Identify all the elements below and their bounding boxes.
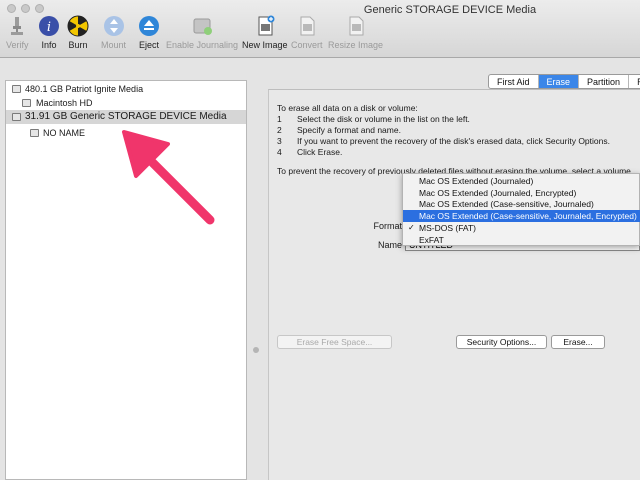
tab-first-aid[interactable]: First Aid <box>489 75 539 88</box>
format-option-ms-dos-fat[interactable]: ✓ MS-DOS (FAT) <box>403 222 640 234</box>
window-toolbar: Generic STORAGE DEVICE Media Verify i In… <box>0 0 640 58</box>
toolbar-label: Convert <box>291 40 323 50</box>
microscope-icon <box>11 17 24 35</box>
toolbar-label: Mount <box>101 40 127 50</box>
toolbar-burn-button[interactable]: Burn <box>67 15 89 50</box>
format-option-case-sensitive-journaled[interactable]: Mac OS Extended (Case-sensitive, Journal… <box>403 198 640 210</box>
toolbar-info-button[interactable]: i Info <box>38 15 60 50</box>
instructions-intro: To erase all data on a disk or volume: <box>277 103 418 113</box>
toolbar-new-image-button[interactable]: New Image <box>242 15 288 50</box>
toolbar-label: Burn <box>68 40 88 50</box>
tab-bar: First AidErasePartitionRAI <box>488 74 640 89</box>
volume-icon <box>22 99 31 107</box>
erase-free-space-button[interactable]: Erase Free Space... <box>277 335 392 349</box>
instruction-step: 4 Click Erase. <box>277 147 343 157</box>
toolbar-mount-button[interactable]: Mount <box>101 15 126 50</box>
new-image-icon <box>258 15 275 36</box>
volume-item-macintosh-hd[interactable]: Macintosh HD <box>6 96 246 110</box>
hard-disk-icon <box>12 113 21 121</box>
info-icon: i <box>39 16 59 36</box>
toolbar-label: Resize Image <box>328 40 384 50</box>
volume-item-label: NO NAME <box>43 128 86 138</box>
toolbar-verify-button[interactable]: Verify <box>6 15 29 50</box>
eject-icon <box>139 16 159 36</box>
split-view-divider[interactable] <box>248 80 268 480</box>
format-option-exfat[interactable]: ExFAT <box>403 234 640 246</box>
format-popup-menu[interactable]: Mac OS Extended (Journaled) Mac OS Exten… <box>402 173 640 246</box>
toolbar-convert-button[interactable]: Convert <box>291 15 323 50</box>
volume-item-label: Macintosh HD <box>36 98 93 108</box>
convert-icon <box>300 16 315 36</box>
journal-icon <box>193 18 213 35</box>
tab-partition[interactable]: Partition <box>579 75 630 88</box>
name-label: Name <box>377 240 402 250</box>
annotation-arrow-icon <box>122 130 215 225</box>
burn-icon <box>67 15 89 37</box>
hard-disk-icon <box>12 85 21 93</box>
disk-item-patriot[interactable]: 480.1 GB Patriot Ignite Media <box>6 82 246 96</box>
divider-grip-icon[interactable] <box>253 347 259 353</box>
toolbar-enable-journaling-button[interactable]: Enable Journaling <box>166 15 238 50</box>
svg-text:i: i <box>47 20 51 35</box>
resize-image-icon <box>349 16 364 36</box>
erase-button[interactable]: Erase... <box>551 335 605 349</box>
toolbar-eject-button[interactable]: Eject <box>138 15 160 50</box>
checkmark-icon: ✓ <box>408 223 415 232</box>
toolbar-label: Enable Journaling <box>166 40 239 50</box>
toolbar-label: Eject <box>138 40 159 50</box>
format-option-case-sensitive-journaled-encrypted[interactable]: Mac OS Extended (Case-sensitive, Journal… <box>403 210 640 222</box>
tab-erase[interactable]: Erase <box>538 75 580 88</box>
security-options-button[interactable]: Security Options... <box>456 335 547 349</box>
toolbar-label: New Image <box>242 40 288 50</box>
toolbar-resize-image-button[interactable]: Resize Image <box>328 15 383 50</box>
format-option-journaled[interactable]: Mac OS Extended (Journaled) <box>403 175 640 187</box>
instruction-step: 3 If you want to prevent the recovery of … <box>277 136 610 146</box>
erase-instructions: To erase all data on a disk or volume: 1… <box>277 103 610 158</box>
tab-raid[interactable]: RAI <box>629 75 640 88</box>
disk-item-label: 480.1 GB Patriot Ignite Media <box>25 84 144 94</box>
volume-icon <box>30 129 39 137</box>
toolbar-label: Verify <box>6 40 29 50</box>
instruction-step: 1 Select the disk or volume in the list o… <box>277 114 470 124</box>
mount-icon <box>103 16 124 36</box>
toolbar-label: Info <box>41 40 57 50</box>
instruction-step: 2 Specify a format and name. <box>277 125 401 135</box>
format-label: Format <box>373 221 402 231</box>
